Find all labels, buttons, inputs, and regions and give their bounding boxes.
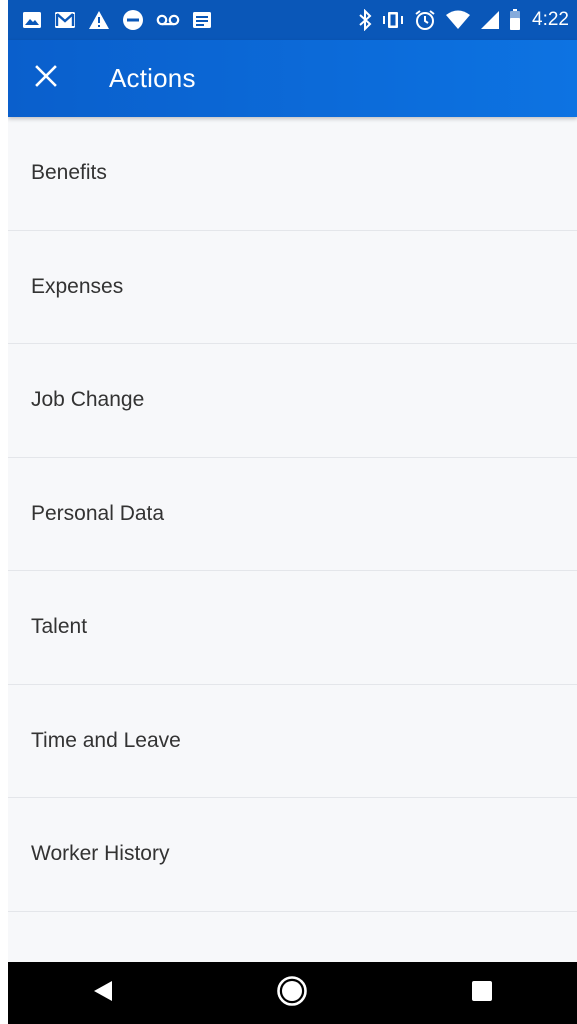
action-item-talent[interactable]: Talent: [8, 571, 577, 685]
vibrate-icon: [381, 10, 405, 30]
status-bar-system: 4:22: [358, 9, 569, 31]
app-screen: 4:22 Actions Benefits Expenses Job Chang…: [8, 0, 577, 1024]
action-item-time-and-leave[interactable]: Time and Leave: [8, 685, 577, 798]
voicemail-icon: [156, 13, 180, 27]
action-item-label: Talent: [31, 615, 88, 639]
action-item-label: Time and Leave: [31, 728, 181, 752]
cellular-signal-icon: [480, 10, 500, 30]
action-item-label: Expenses: [31, 274, 124, 298]
status-bar-notifications: [22, 9, 212, 31]
page-title: Actions: [109, 63, 196, 93]
recents-icon: [471, 980, 493, 1007]
action-item-label: Worker History: [31, 842, 170, 866]
wifi-icon: [445, 10, 471, 30]
close-button[interactable]: [8, 40, 84, 117]
status-bar-time: 4:22: [532, 9, 569, 30]
action-item-personal-data[interactable]: Personal Data: [8, 458, 577, 571]
back-icon: [92, 979, 114, 1008]
home-button[interactable]: [252, 962, 332, 1024]
message-icon: [192, 11, 212, 29]
battery-icon: [509, 9, 521, 31]
action-item-label: Personal Data: [31, 501, 165, 525]
action-item-expenses[interactable]: Expenses: [8, 231, 577, 344]
action-item-job-change[interactable]: Job Change: [8, 344, 577, 458]
bluetooth-icon: [358, 9, 372, 31]
action-item-worker-history[interactable]: Worker History: [8, 798, 577, 912]
back-button[interactable]: [63, 962, 143, 1024]
app-bar: Actions: [8, 40, 577, 117]
action-item-benefits[interactable]: Benefits: [8, 117, 577, 231]
status-bar: 4:22: [8, 0, 577, 40]
image-icon: [22, 11, 42, 29]
system-nav-bar: [8, 962, 577, 1024]
action-item-label: Job Change: [31, 388, 145, 412]
recents-button[interactable]: [442, 962, 522, 1024]
warning-icon: [88, 10, 110, 30]
gmail-icon: [54, 11, 76, 29]
home-icon: [276, 975, 308, 1012]
alarm-icon: [414, 9, 436, 31]
actions-list: Benefits Expenses Job Change Personal Da…: [8, 117, 577, 912]
do-not-disturb-icon: [122, 9, 144, 31]
action-item-label: Benefits: [31, 161, 107, 185]
close-icon: [34, 64, 58, 93]
